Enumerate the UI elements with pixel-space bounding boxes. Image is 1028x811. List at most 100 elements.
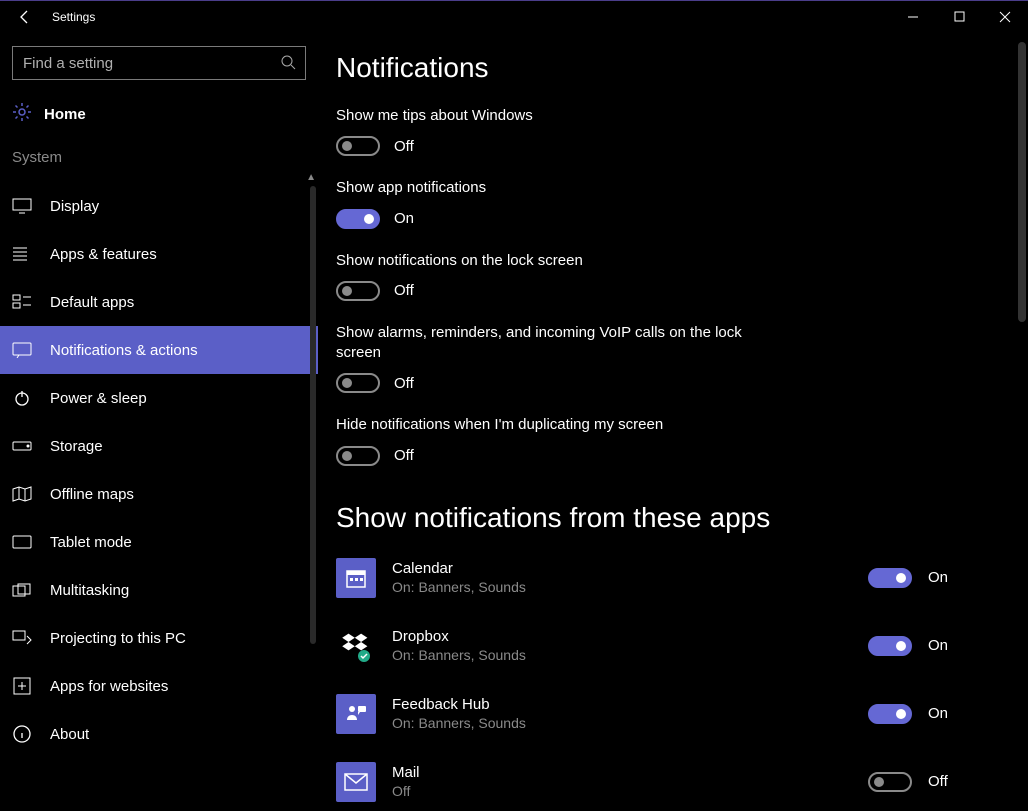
sidebar-item-projecting[interactable]: Projecting to this PC [0, 614, 318, 662]
toggle-lock-screen[interactable] [336, 281, 380, 301]
setting-label: Show notifications on the lock screen [336, 251, 756, 271]
setting-hide-duplicating: Hide notifications when I'm duplicating … [336, 415, 968, 465]
default-apps-icon [12, 292, 32, 312]
multitasking-icon [12, 580, 32, 600]
sidebar-item-label: Tablet mode [50, 534, 132, 551]
sidebar-item-offline-maps[interactable]: Offline maps [0, 470, 318, 518]
close-button[interactable] [982, 1, 1028, 33]
toggle-dropbox[interactable] [868, 636, 912, 656]
app-item-mail[interactable]: Mail Off Off [336, 762, 968, 802]
tablet-icon [12, 532, 32, 552]
apps-websites-icon [12, 676, 32, 696]
app-detail: Off [392, 783, 852, 799]
window-title: Settings [48, 10, 95, 24]
app-item-calendar[interactable]: Calendar On: Banners, Sounds On [336, 558, 968, 598]
arrow-left-icon [16, 9, 32, 25]
sidebar-item-apps-features[interactable]: Apps & features [0, 230, 318, 278]
app-name: Feedback Hub [392, 696, 852, 713]
setting-lock-screen-notifications: Show notifications on the lock screen Of… [336, 251, 968, 301]
setting-alarms-lock-screen: Show alarms, reminders, and incoming VoI… [336, 323, 968, 394]
sidebar-item-tablet-mode[interactable]: Tablet mode [0, 518, 318, 566]
scroll-up-icon[interactable]: ▲ [306, 172, 316, 183]
titlebar: Settings [0, 0, 1028, 32]
toggle-tips[interactable] [336, 136, 380, 156]
setting-label: Show me tips about Windows [336, 106, 756, 126]
storage-icon [12, 436, 32, 456]
sidebar-item-display[interactable]: Display [0, 182, 318, 230]
app-list: Calendar On: Banners, Sounds On Dropbox … [336, 558, 968, 802]
toggle-mail[interactable] [868, 772, 912, 792]
toggle-state: Off [394, 375, 414, 392]
home-label: Home [44, 106, 86, 123]
toggle-feedback[interactable] [868, 704, 912, 724]
toggle-state: Off [394, 447, 414, 464]
nav-list: ▲ Display Apps & features Default apps N… [0, 176, 318, 758]
sidebar-item-label: Offline maps [50, 486, 134, 503]
setting-app-notifications: Show app notifications On [336, 178, 968, 228]
sidebar: Home System ▲ Display Apps & features De… [0, 32, 318, 811]
notifications-icon [12, 340, 32, 360]
setting-label: Hide notifications when I'm duplicating … [336, 415, 756, 435]
setting-tips: Show me tips about Windows Off [336, 106, 968, 156]
sidebar-item-multitasking[interactable]: Multitasking [0, 566, 318, 614]
toggle-calendar[interactable] [868, 568, 912, 588]
sidebar-item-label: Multitasking [50, 582, 129, 599]
apps-features-icon [12, 244, 32, 264]
toggle-state: Off [928, 773, 948, 790]
main-container: Home System ▲ Display Apps & features De… [0, 32, 1028, 811]
sidebar-item-label: Apps & features [50, 246, 157, 263]
toggle-hide-duplicating[interactable] [336, 446, 380, 466]
close-icon [999, 11, 1011, 23]
sidebar-item-about[interactable]: About [0, 710, 318, 758]
home-button[interactable]: Home [0, 88, 318, 141]
toggle-alarms[interactable] [336, 373, 380, 393]
calendar-icon [336, 558, 376, 598]
page-heading: Notifications [336, 52, 968, 84]
dropbox-icon [336, 626, 376, 666]
sidebar-item-label: Default apps [50, 294, 134, 311]
app-detail: On: Banners, Sounds [392, 715, 852, 731]
sidebar-scrollbar[interactable] [308, 186, 318, 758]
sidebar-item-label: Storage [50, 438, 103, 455]
feedback-icon [336, 694, 376, 734]
sidebar-item-power-sleep[interactable]: Power & sleep [0, 374, 318, 422]
search-input[interactable] [12, 46, 306, 80]
mail-icon [336, 762, 376, 802]
sidebar-item-notifications-actions[interactable]: Notifications & actions [0, 326, 318, 374]
app-detail: On: Banners, Sounds [392, 579, 852, 595]
toggle-state: Off [394, 138, 414, 155]
app-name: Mail [392, 764, 852, 781]
sidebar-item-label: Display [50, 198, 99, 215]
sidebar-scroll-thumb[interactable] [310, 186, 316, 644]
map-icon [12, 484, 32, 504]
back-button[interactable] [0, 1, 48, 33]
app-item-feedback-hub[interactable]: Feedback Hub On: Banners, Sounds On [336, 694, 968, 734]
projecting-icon [12, 628, 32, 648]
setting-label: Show alarms, reminders, and incoming VoI… [336, 323, 756, 364]
content-scroll-thumb[interactable] [1018, 42, 1026, 322]
minimize-icon [907, 11, 919, 23]
app-name: Calendar [392, 560, 852, 577]
minimize-button[interactable] [890, 1, 936, 33]
apps-heading: Show notifications from these apps [336, 502, 968, 534]
maximize-icon [954, 11, 965, 22]
sidebar-item-label: Power & sleep [50, 390, 147, 407]
content-scrollbar[interactable] [1014, 32, 1028, 811]
sidebar-item-storage[interactable]: Storage [0, 422, 318, 470]
display-icon [12, 196, 32, 216]
content-panel: Notifications Show me tips about Windows… [318, 32, 1028, 811]
app-item-dropbox[interactable]: Dropbox On: Banners, Sounds On [336, 626, 968, 666]
sidebar-item-apps-for-websites[interactable]: Apps for websites [0, 662, 318, 710]
toggle-state: On [394, 210, 414, 227]
search-wrap [0, 32, 318, 88]
category-label: System [0, 141, 318, 176]
info-icon [12, 724, 32, 744]
sidebar-item-label: About [50, 726, 89, 743]
sidebar-item-default-apps[interactable]: Default apps [0, 278, 318, 326]
toggle-app-notifications[interactable] [336, 209, 380, 229]
gear-icon [12, 102, 32, 127]
maximize-button[interactable] [936, 1, 982, 33]
toggle-state: On [928, 705, 948, 722]
setting-label: Show app notifications [336, 178, 756, 198]
power-icon [12, 388, 32, 408]
